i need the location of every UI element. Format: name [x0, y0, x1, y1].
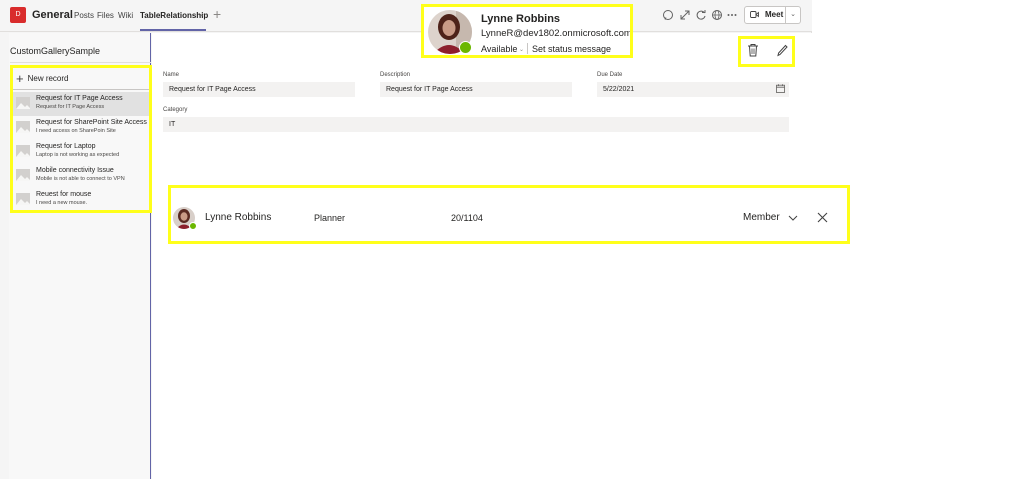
tab-chevron-down-icon[interactable]: ⌄: [199, 10, 205, 18]
category-label: Category: [163, 107, 188, 113]
highlight-box-actions: [738, 36, 795, 67]
name-label: Name: [163, 72, 180, 78]
video-camera-icon: [750, 11, 759, 18]
gallery-title: CustomGallerySample: [10, 46, 101, 56]
add-tab-icon[interactable]: +: [213, 6, 221, 22]
calendar-icon[interactable]: [776, 84, 785, 93]
highlight-box-profile: [421, 4, 633, 58]
record-detail-panel: [152, 33, 812, 479]
tab-files[interactable]: Files: [97, 11, 114, 20]
meet-dropdown-chevron-icon[interactable]: ⌄: [786, 6, 801, 24]
highlight-box-gallery: [10, 65, 152, 213]
conversation-icon[interactable]: [662, 9, 674, 21]
team-avatar[interactable]: D: [10, 7, 26, 23]
tab-posts[interactable]: Posts: [74, 11, 94, 20]
active-tab-indicator: [140, 29, 206, 31]
globe-icon[interactable]: [711, 9, 723, 21]
due-date-label: Due Date: [597, 72, 623, 78]
description-label: Description: [380, 72, 411, 78]
expand-icon[interactable]: [679, 9, 691, 21]
more-options-icon[interactable]: [726, 9, 738, 21]
description-field[interactable]: Request for IT Page Access: [380, 82, 572, 97]
tab-wiki[interactable]: Wiki: [118, 11, 133, 20]
name-field[interactable]: Request for IT Page Access: [163, 82, 355, 97]
divider: [10, 62, 151, 63]
refresh-icon[interactable]: [695, 9, 707, 21]
category-field[interactable]: IT: [163, 117, 789, 132]
due-date-picker[interactable]: 5/22/2021: [597, 82, 789, 97]
highlight-box-member-row: [168, 185, 850, 244]
channel-name: General: [32, 9, 73, 21]
